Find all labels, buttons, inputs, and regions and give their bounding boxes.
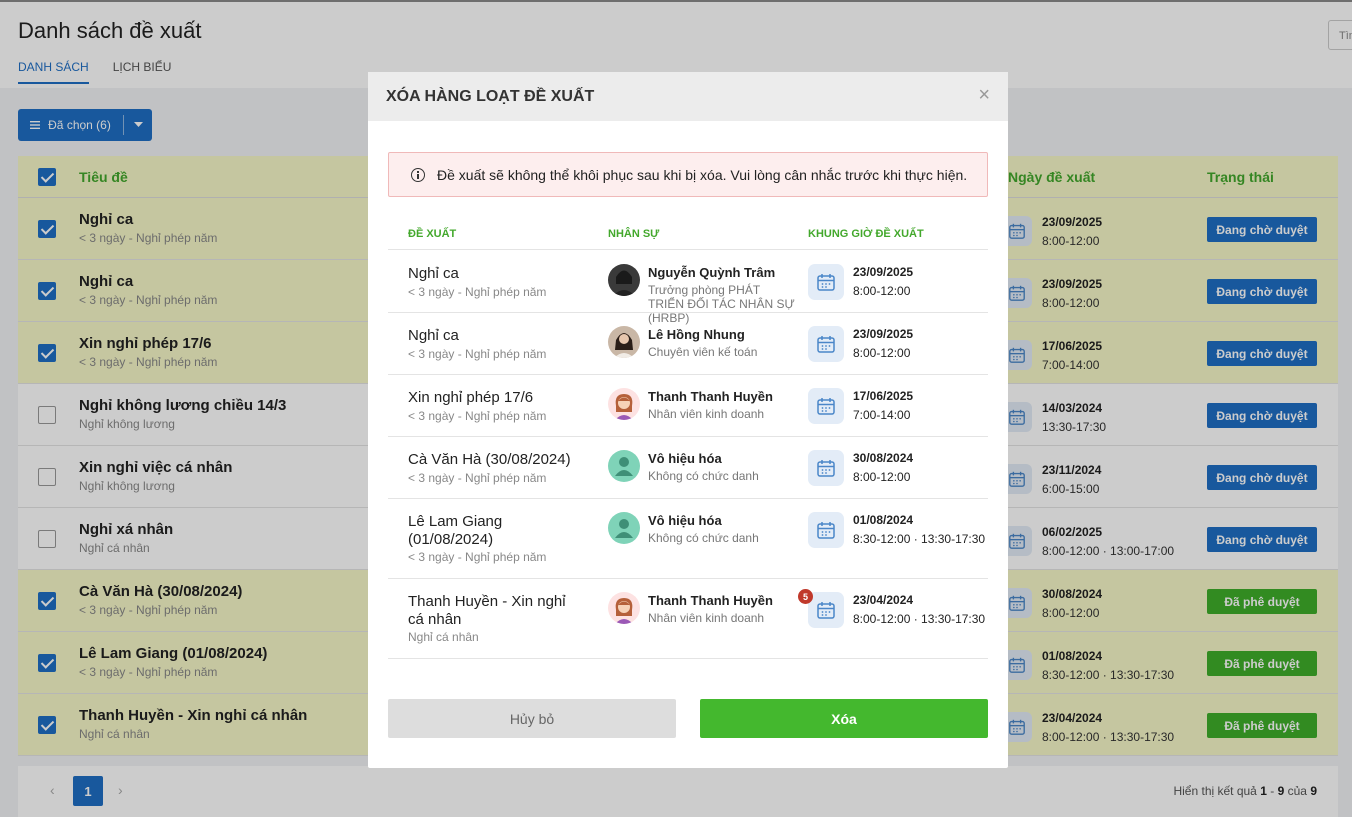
proposal-title: Nghỉ ca — [408, 327, 459, 344]
modal-list-item: Nghỉ ca < 3 ngày - Nghỉ phép năm Lê Hồng N… — [388, 313, 988, 375]
delete-button[interactable]: Xóa — [700, 699, 988, 738]
column-proposal: ĐỀ XUẤT — [408, 228, 457, 240]
avatar — [608, 388, 640, 420]
calendar-icon — [808, 326, 844, 362]
warning-text: Đề xuất sẽ không thể khôi phục sau khi b… — [437, 166, 968, 183]
slot-time: 8:00-12:00 — [853, 346, 911, 360]
calendar-icon — [808, 264, 844, 300]
proposal-subtitle: < 3 ngày - Nghỉ phép năm — [408, 347, 547, 361]
staff-name: Vô hiệu hóa — [648, 451, 722, 466]
staff-name: Thanh Thanh Huyền — [648, 593, 773, 608]
calendar-icon — [808, 592, 844, 628]
modal-title: XÓA HÀNG LOẠT ĐỀ XUẤT — [386, 88, 595, 105]
proposal-title: Lê Lam Giang (01/08/2024) — [408, 513, 503, 548]
modal-list-item: Nghỉ ca < 3 ngày - Nghỉ phép năm Nguyễn Qu… — [388, 251, 988, 325]
cancel-button[interactable]: Hủy bỏ — [388, 699, 676, 738]
slot-date: 23/09/2025 — [853, 327, 914, 341]
staff-name: Vô hiệu hóa — [648, 513, 722, 528]
staff-role: Không có chức danh — [648, 469, 759, 483]
staff-name: Lê Hồng Nhung — [648, 327, 745, 342]
slot-date: 23/04/2024 — [853, 593, 914, 607]
slot-date: 23/09/2025 — [853, 265, 914, 279]
slot-date: 17/06/2025 — [853, 389, 914, 403]
bulk-delete-modal: XÓA HÀNG LOẠT ĐỀ XUẤT × Đề xuất sẽ không… — [368, 72, 1008, 768]
staff-name: Nguyễn Quỳnh Trâm — [648, 265, 776, 280]
slot-time: 8:00-12:00 — [853, 470, 911, 484]
proposal-subtitle: < 3 ngày - Nghỉ phép năm — [408, 285, 547, 299]
avatar — [608, 592, 640, 624]
info-icon — [411, 167, 425, 182]
column-staff: NHÂN SỰ — [608, 228, 660, 240]
slot-date: 01/08/2024 — [853, 513, 914, 527]
proposal-title: Nghỉ ca — [408, 265, 459, 282]
calendar-icon — [808, 388, 844, 424]
close-icon[interactable]: × — [978, 85, 990, 105]
staff-role: Nhân viên kinh doanh — [648, 611, 765, 625]
avatar — [608, 512, 640, 544]
notification-badge: 5 — [798, 589, 813, 604]
modal-header: XÓA HÀNG LOẠT ĐỀ XUẤT × — [368, 72, 1008, 121]
calendar-icon — [808, 450, 844, 486]
slot-time: 8:30-12:00 · 13:30-17:30 — [853, 532, 986, 546]
column-time-slot: KHUNG GIỜ ĐỀ XUẤT — [808, 228, 924, 240]
modal-list-item: Cà Văn Hà (30/08/2024) < 3 ngày - Nghỉ ph… — [388, 437, 988, 499]
proposal-subtitle: < 3 ngày - Nghỉ phép năm — [408, 471, 547, 485]
avatar — [608, 326, 640, 358]
staff-role: Nhân viên kinh doanh — [648, 407, 765, 421]
slot-time: 8:00-12:00 — [853, 284, 911, 298]
proposal-title: Cà Văn Hà (30/08/2024) — [408, 451, 571, 468]
modal-list-item: Lê Lam Giang (01/08/2024) < 3 ngày - Nghỉ… — [388, 499, 988, 579]
modal-table-header: ĐỀ XUẤT NHÂN SỰ KHUNG GIỜ ĐỀ XUẤT — [388, 220, 988, 250]
staff-name: Thanh Thanh Huyền — [648, 389, 773, 404]
slot-date: 30/08/2024 — [853, 451, 914, 465]
staff-role: Không có chức danh — [648, 531, 759, 545]
proposal-title: Xin nghỉ phép 17/6 — [408, 389, 534, 406]
modal-list-item: Xin nghỉ phép 17/6 < 3 ngày - Nghỉ phép n… — [388, 375, 988, 437]
slot-time: 7:00-14:00 — [853, 408, 911, 422]
proposal-title: Thanh Huyền - Xin nghỉ cá nhân — [408, 593, 566, 628]
calendar-icon — [808, 512, 844, 548]
avatar — [608, 264, 640, 296]
modal-list-item: Thanh Huyền - Xin nghỉ cá nhân Nghỉ cá nh… — [388, 579, 988, 659]
proposal-subtitle: Nghỉ cá nhân — [408, 630, 479, 644]
avatar — [608, 450, 640, 482]
proposal-subtitle: < 3 ngày - Nghỉ phép năm — [408, 550, 547, 564]
warning-alert: Đề xuất sẽ không thể khôi phục sau khi b… — [388, 152, 988, 197]
slot-time: 8:00-12:00 · 13:30-17:30 — [853, 612, 986, 626]
proposal-subtitle: < 3 ngày - Nghỉ phép năm — [408, 409, 547, 423]
staff-role: Chuyên viên kế toán — [648, 345, 758, 359]
